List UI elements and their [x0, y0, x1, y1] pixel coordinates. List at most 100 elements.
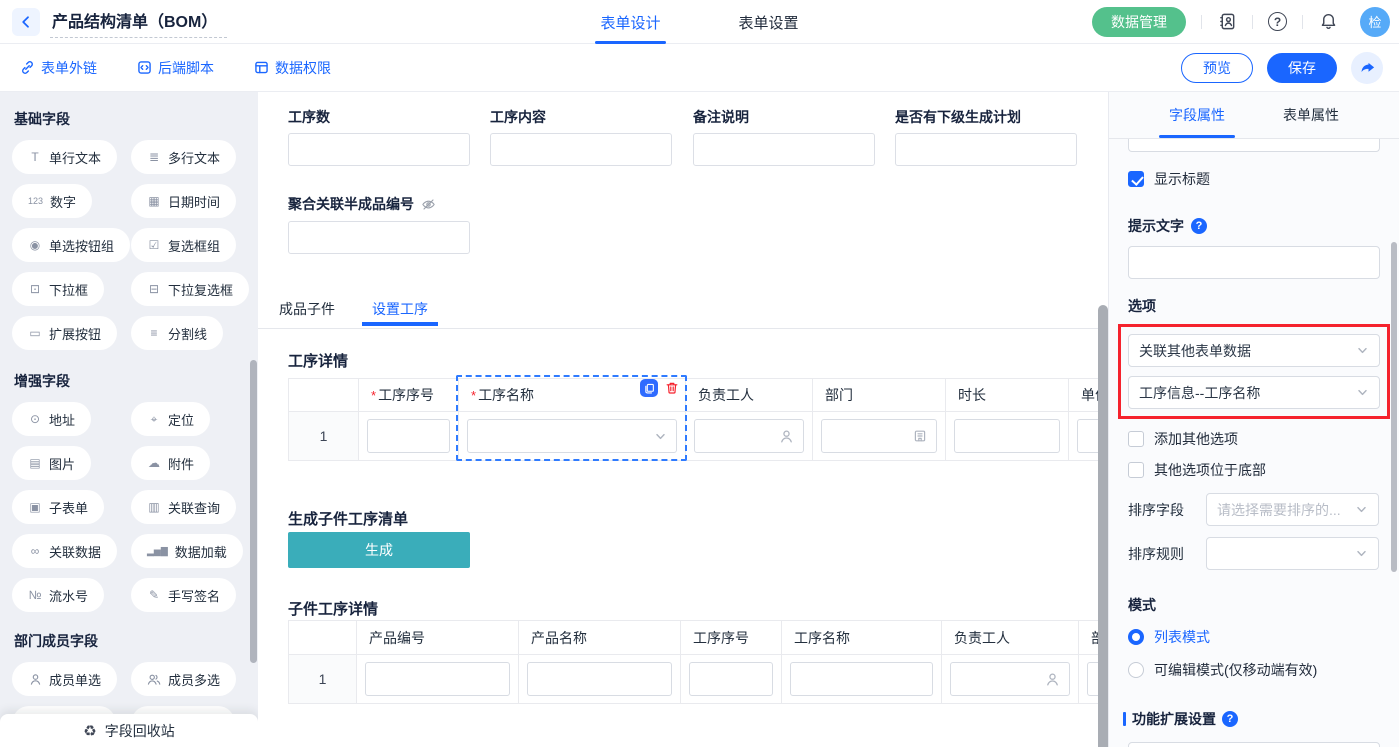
field-item-address[interactable]: ⊙地址	[12, 402, 91, 436]
divider	[1252, 15, 1253, 29]
unit-price-input[interactable]	[1077, 419, 1100, 453]
field-item-linked-data[interactable]: ∞关联数据	[12, 534, 117, 568]
mode-edit-row: 可编辑模式(仅移动端有效)	[1128, 660, 1399, 680]
field-item-radio-group[interactable]: ◉单选按钮组	[12, 228, 130, 262]
tab-form-settings[interactable]: 表单设置	[736, 0, 802, 44]
field-item-label: 分割线	[168, 324, 207, 343]
field-item-data-load[interactable]: ▂▅▇数据加载	[131, 534, 243, 568]
field-item-extend-button[interactable]: ▭扩展按钮	[12, 316, 117, 350]
tab-form-design[interactable]: 表单设计	[597, 0, 663, 44]
generate-button[interactable]: 生成	[288, 532, 470, 568]
field-label-process-content: 工序内容	[490, 107, 546, 127]
hint-help-icon[interactable]: ?	[1191, 218, 1207, 234]
field-item-label: 复选框组	[168, 236, 220, 255]
process-count-input[interactable]	[288, 133, 470, 166]
sort-field-row: 排序字段 请选择需要排序的...	[1128, 493, 1399, 526]
clipped-title-input[interactable]	[1128, 139, 1380, 152]
contacts-icon[interactable]	[1217, 12, 1237, 32]
external-link-label: 表单外链	[41, 58, 97, 78]
other-option-bottom-label: 其他选项位于底部	[1154, 460, 1266, 480]
department-icon	[913, 429, 927, 443]
process-no-input[interactable]	[689, 662, 773, 696]
process-name-input[interactable]	[790, 662, 933, 696]
tab-finished-parts[interactable]: 成品子件	[277, 293, 337, 325]
multi-line-text-icon: ≣	[147, 150, 161, 164]
notification-bell-icon[interactable]	[1318, 12, 1338, 32]
link-field-select[interactable]: 工序信息--工序名称	[1128, 376, 1380, 409]
backend-script-action[interactable]: 后端脚本	[137, 58, 214, 78]
worker-input[interactable]	[950, 662, 1070, 696]
has-subplan-input[interactable]	[895, 133, 1077, 166]
remark-input[interactable]	[693, 133, 875, 166]
other-option-bottom-checkbox[interactable]	[1128, 462, 1144, 478]
tab-set-process[interactable]: 设置工序	[370, 293, 430, 325]
share-button[interactable]	[1351, 52, 1383, 84]
process-no-cell	[359, 412, 459, 460]
aggregate-code-input[interactable]	[288, 221, 470, 254]
tab-form-properties[interactable]: 表单属性	[1279, 92, 1343, 138]
field-item-member-single[interactable]: 成员单选	[12, 662, 117, 696]
duration-input[interactable]	[954, 419, 1060, 453]
field-item-single-line-text[interactable]: T单行文本	[12, 140, 117, 174]
hint-text-input[interactable]	[1128, 246, 1380, 279]
panel-scrollbar[interactable]	[1391, 242, 1397, 572]
field-item-label: 地址	[49, 410, 75, 429]
add-action-button[interactable]: 添加操作	[1128, 742, 1380, 747]
field-item-multi-line-text[interactable]: ≣多行文本	[131, 140, 236, 174]
external-link-action[interactable]: 表单外链	[20, 58, 97, 78]
edit-mode-radio[interactable]	[1128, 662, 1144, 678]
user-avatar[interactable]: 检	[1360, 7, 1390, 37]
field-item-multi-dropdown[interactable]: ⊟下拉复选框	[131, 272, 249, 306]
list-mode-radio[interactable]	[1128, 629, 1144, 645]
field-item-image[interactable]: ▤图片	[12, 446, 91, 480]
field-item-member-multi[interactable]: 成员多选	[131, 662, 236, 696]
person-icon	[28, 673, 42, 686]
row-index-cell: 1	[289, 655, 357, 703]
field-item-label: 数据加载	[175, 542, 227, 561]
add-other-option-checkbox[interactable]	[1128, 431, 1144, 447]
save-button[interactable]: 保存	[1267, 53, 1337, 83]
product-code-input[interactable]	[365, 662, 510, 696]
selected-column-outline[interactable]	[456, 375, 687, 461]
field-item-label: 数字	[50, 192, 76, 211]
field-item-divider[interactable]: ≡ 分割线	[131, 316, 223, 350]
person-icon	[779, 429, 794, 444]
divider-icon: ≡	[147, 326, 161, 340]
divider	[1302, 15, 1303, 29]
show-title-checkbox[interactable]	[1128, 171, 1144, 187]
field-item-locate[interactable]: ⌖定位	[131, 402, 210, 436]
image-icon: ▤	[28, 456, 42, 470]
body-row: 基础字段 T单行文本 ≣多行文本 123数字 ▦日期时间 ◉单选按钮组 ☑复选框…	[0, 92, 1399, 747]
worker-input[interactable]	[694, 419, 804, 453]
delete-field-icon[interactable]	[663, 379, 681, 397]
eye-off-icon[interactable]	[421, 197, 436, 212]
subpart-process-table: 产品编号 产品名称 工序序号 工序名称 负责工人 部门 1	[288, 620, 1100, 704]
help-icon[interactable]: ?	[1268, 12, 1287, 31]
field-item-dropdown[interactable]: ⊡下拉框	[12, 272, 104, 306]
link-form-value: 关联其他表单数据	[1139, 341, 1251, 361]
sort-rule-select[interactable]	[1206, 537, 1379, 570]
field-item-number[interactable]: 123数字	[12, 184, 92, 218]
data-permission-action[interactable]: 数据权限	[254, 58, 331, 78]
process-no-input[interactable]	[367, 419, 450, 453]
copy-field-icon[interactable]	[640, 379, 658, 397]
field-item-serial-number[interactable]: №流水号	[12, 578, 104, 612]
data-manage-button[interactable]: 数据管理	[1092, 7, 1186, 37]
field-item-lookup[interactable]: ▥关联查询	[131, 490, 236, 524]
product-name-input[interactable]	[527, 662, 672, 696]
field-item-attachment[interactable]: ☁附件	[131, 446, 210, 480]
field-item-checkbox-group[interactable]: ☑复选框组	[131, 228, 236, 262]
tab-field-properties[interactable]: 字段属性	[1165, 92, 1229, 138]
link-form-select[interactable]: 关联其他表单数据	[1128, 334, 1380, 367]
field-item-subform[interactable]: ▣子表单	[12, 490, 104, 524]
sort-field-select[interactable]: 请选择需要排序的...	[1206, 493, 1379, 526]
preview-button[interactable]: 预览	[1181, 53, 1253, 83]
process-content-input[interactable]	[490, 133, 672, 166]
field-item-datetime[interactable]: ▦日期时间	[131, 184, 236, 218]
field-recycle-bin[interactable]: ♻ 字段回收站	[0, 714, 258, 747]
field-item-signature[interactable]: ✎手写签名	[131, 578, 236, 612]
ext-settings-help-icon[interactable]: ?	[1222, 711, 1238, 727]
sidebar-scrollbar[interactable]	[250, 360, 257, 663]
department-input[interactable]	[821, 419, 937, 453]
canvas-scrollbar[interactable]	[1098, 305, 1108, 747]
